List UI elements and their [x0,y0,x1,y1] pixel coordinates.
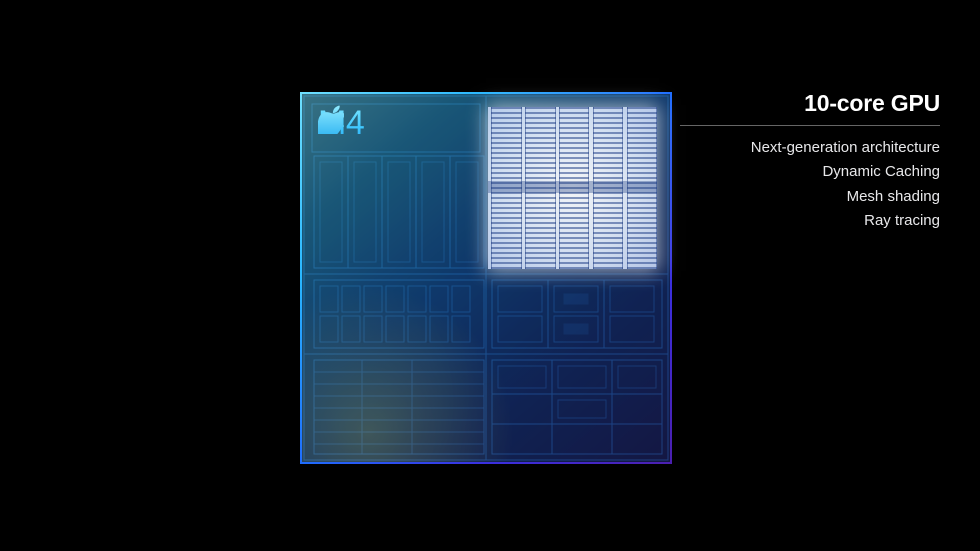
gpu-block-highlight [488,107,657,269]
gpu-block-texture [488,107,657,269]
apple-logo-icon [318,104,344,134]
feature-item: Next-generation architecture [680,136,940,159]
feature-title: 10-core GPU [680,90,940,125]
chip-frame: M4 [300,92,672,464]
feature-item: Ray tracing [680,209,940,232]
chip-label: M4 [318,104,364,143]
feature-item: Dynamic Caching [680,160,940,183]
feature-item: Mesh shading [680,185,940,208]
feature-divider [680,125,940,126]
chip-die: M4 [302,94,670,462]
feature-panel: 10-core GPU Next-generation architecture… [680,90,940,233]
feature-list: Next-generation architecture Dynamic Cac… [680,136,940,232]
slide: M4 10-core GPU Next-generation architect… [0,0,980,551]
